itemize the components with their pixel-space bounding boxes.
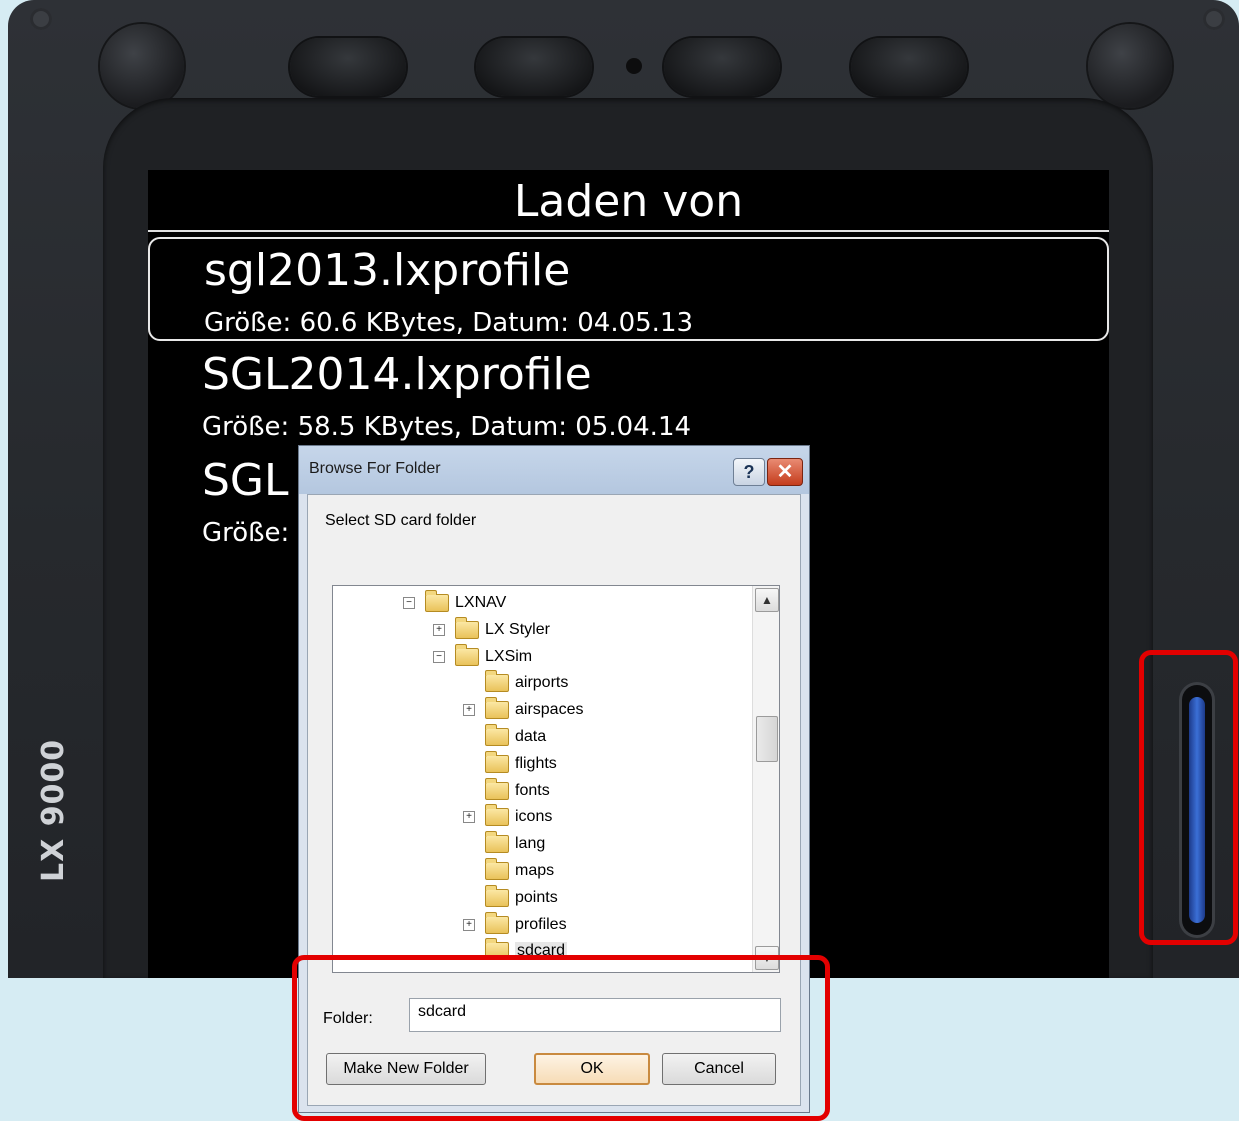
folder-icon bbox=[485, 858, 509, 880]
tree-item[interactable]: − LXNAV bbox=[403, 590, 506, 616]
tree-item[interactable]: + LX Styler bbox=[433, 616, 550, 643]
file-name: sgl2013.lxprofile bbox=[204, 245, 571, 296]
file-item[interactable]: SGL2014.lxprofile Größe: 58.5 KBytes, Da… bbox=[148, 343, 1109, 447]
expand-icon[interactable]: + bbox=[463, 704, 475, 717]
tree-item[interactable]: + icons bbox=[463, 804, 552, 830]
tree-item-label: LXNAV bbox=[455, 594, 507, 611]
tree-item-label: fonts bbox=[515, 781, 550, 799]
file-item[interactable]: sgl2013.lxprofile Größe: 60.6 KBytes, Da… bbox=[148, 237, 1109, 341]
hardware-button-2[interactable] bbox=[476, 38, 592, 96]
expand-icon[interactable]: + bbox=[433, 623, 445, 636]
tree-item-label: LXSim bbox=[485, 647, 533, 665]
tree-item[interactable]: − LXSim bbox=[433, 643, 533, 670]
tree-item[interactable]: flights bbox=[463, 750, 557, 777]
tree-item[interactable]: maps bbox=[463, 858, 554, 884]
scroll-up-icon[interactable]: ▲ bbox=[755, 588, 779, 612]
folder-icon bbox=[485, 777, 509, 800]
hardware-button-4[interactable] bbox=[851, 38, 967, 96]
tree-item[interactable]: fonts bbox=[463, 777, 550, 804]
tree-item[interactable]: data bbox=[463, 724, 546, 750]
dialog-prompt: Select SD card folder bbox=[325, 512, 477, 529]
tree-item-label: maps bbox=[515, 862, 555, 879]
screw-icon bbox=[30, 8, 52, 30]
tree-item-label: airspaces bbox=[515, 701, 584, 719]
folder-icon bbox=[485, 831, 509, 854]
screen-title: Laden von bbox=[148, 170, 1109, 232]
expand-icon[interactable]: + bbox=[463, 918, 475, 931]
light-sensor bbox=[626, 58, 642, 74]
tree-scrollbar[interactable]: ▲ ▼ bbox=[752, 586, 779, 972]
file-meta: Größe: 60.6 KBytes, Datum: 04.05.13 bbox=[204, 308, 694, 338]
tree-item[interactable]: airports bbox=[463, 670, 568, 696]
expand-icon[interactable]: + bbox=[463, 811, 475, 824]
tree-item-label: flights bbox=[515, 754, 557, 772]
rotary-knob-right[interactable] bbox=[1088, 24, 1172, 108]
dialog-title: Browse For Folder bbox=[309, 460, 441, 477]
tree-item-label: icons bbox=[515, 808, 553, 826]
folder-icon bbox=[425, 590, 449, 612]
file-meta: Größe: 58.5 KBytes, Datum: 05.04.14 bbox=[202, 412, 692, 442]
close-button[interactable]: ✕ bbox=[767, 458, 803, 486]
folder-icon bbox=[485, 911, 509, 934]
folder-icon bbox=[485, 670, 509, 693]
file-name: SGL2014.lxprofile bbox=[202, 349, 592, 400]
screw-icon bbox=[1203, 8, 1225, 30]
scroll-thumb[interactable] bbox=[756, 716, 778, 762]
hardware-button-3[interactable] bbox=[664, 38, 780, 96]
rotary-knob-left[interactable] bbox=[100, 24, 184, 108]
tree-item[interactable]: lang bbox=[463, 831, 545, 857]
tree-item[interactable]: + profiles bbox=[463, 911, 567, 938]
tree-item[interactable]: + airspaces bbox=[463, 697, 583, 723]
highlight-sd-slot bbox=[1139, 650, 1238, 945]
folder-icon bbox=[455, 616, 479, 639]
folder-tree[interactable]: ▲ ▼ − LXNAV + LX Styler − LXSim airports + airsp… bbox=[332, 585, 780, 973]
file-name: SGL bbox=[202, 455, 289, 506]
tree-item-label: data bbox=[515, 728, 547, 745]
folder-icon bbox=[455, 643, 479, 666]
folder-icon bbox=[485, 750, 509, 773]
collapse-icon[interactable]: − bbox=[403, 597, 415, 609]
tree-item-label: points bbox=[515, 888, 558, 906]
folder-icon bbox=[485, 884, 509, 907]
folder-icon bbox=[485, 724, 509, 746]
file-meta: Größe: bbox=[202, 518, 290, 548]
folder-icon bbox=[485, 697, 509, 720]
tree-item-label: LX Styler bbox=[485, 620, 550, 638]
folder-icon bbox=[485, 804, 509, 827]
highlight-folder-area bbox=[292, 955, 830, 1121]
dialog-titlebar[interactable]: Browse For Folder ? ✕ bbox=[299, 446, 809, 494]
collapse-icon[interactable]: − bbox=[433, 650, 445, 663]
model-label: LX 9000 bbox=[36, 738, 71, 882]
tree-item-label: profiles bbox=[515, 915, 567, 933]
help-button[interactable]: ? bbox=[733, 458, 765, 486]
tree-item-label: lang bbox=[515, 835, 546, 853]
hardware-button-1[interactable] bbox=[290, 38, 406, 96]
tree-item[interactable]: points bbox=[463, 884, 558, 911]
tree-item-label: airports bbox=[515, 674, 569, 692]
